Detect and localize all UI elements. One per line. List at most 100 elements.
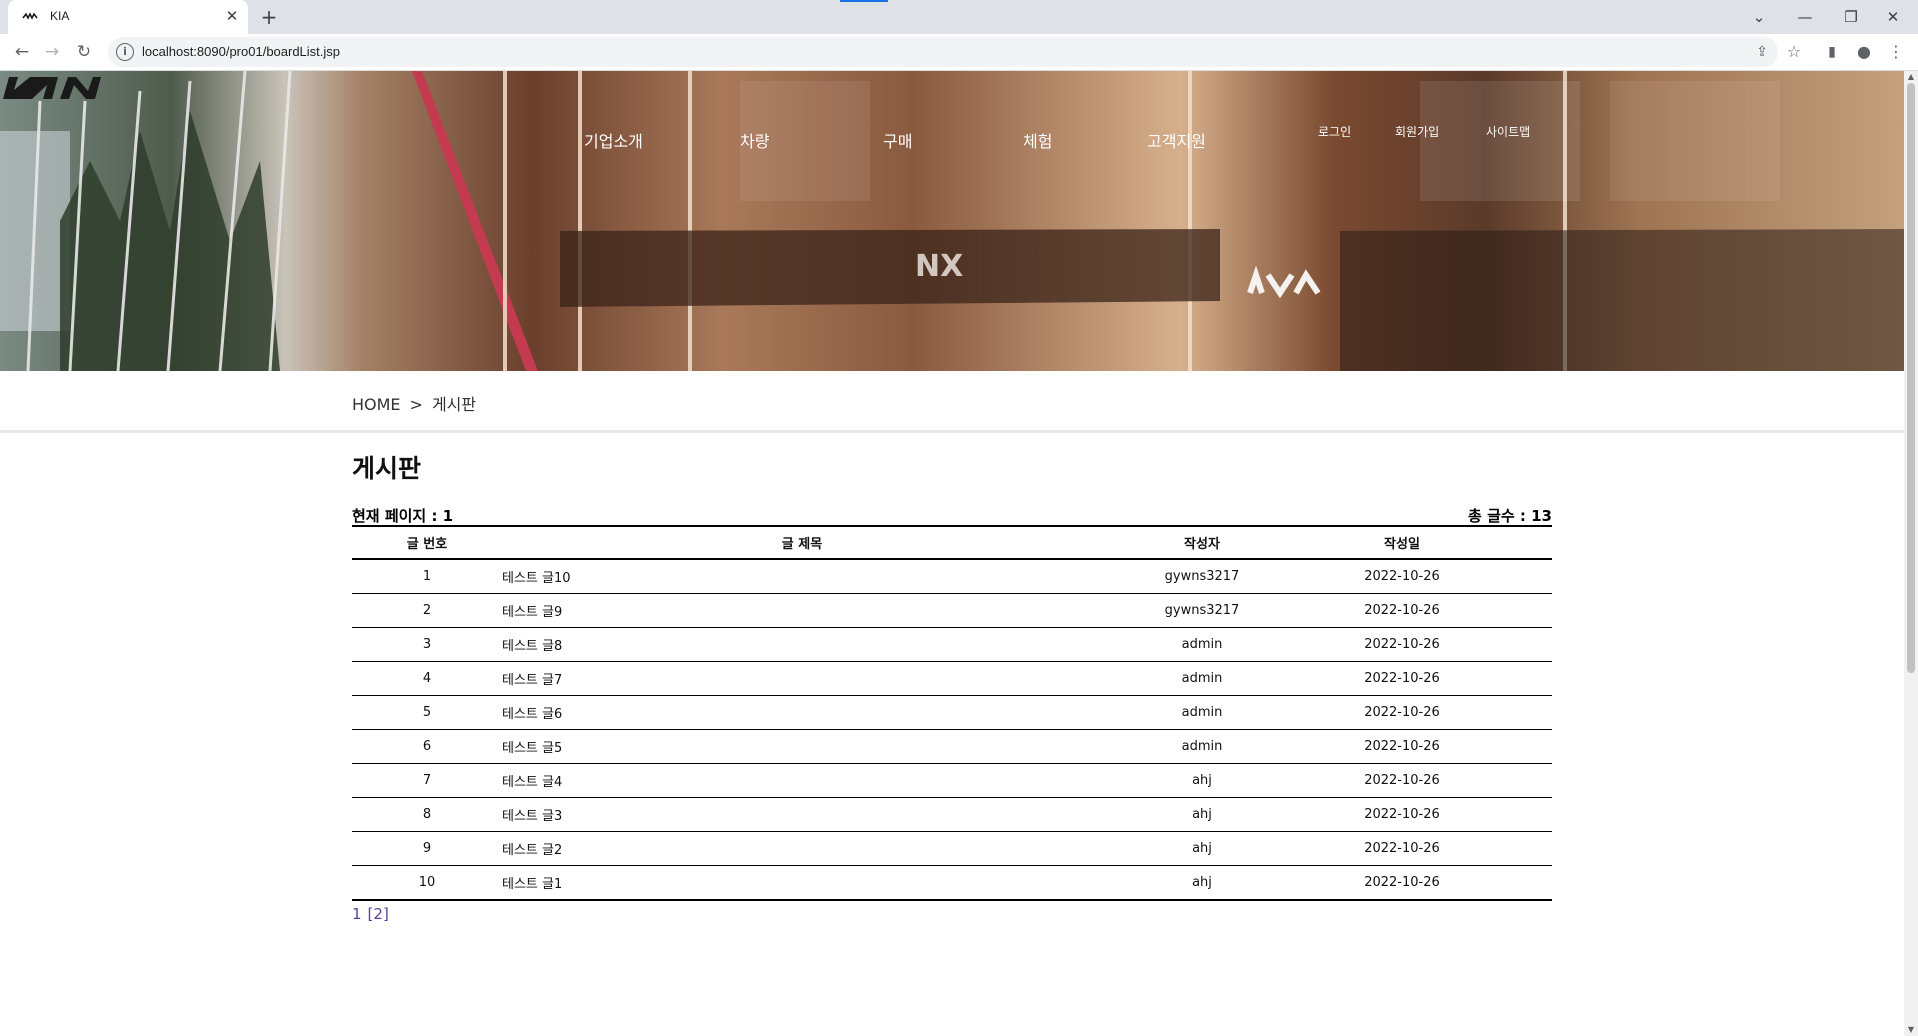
tab-close-icon[interactable]: ✕ [222,6,242,26]
table-row[interactable]: 3 테스트 글8 admin 2022-10-26 [352,627,1552,662]
profile-avatar-icon[interactable]: ● [1852,41,1876,63]
nav-experience[interactable]: 체험 [1023,128,1052,152]
post-author: ahj [1102,797,1302,832]
page-viewport: NX 기업소개 차량 구매 체험 고객지원 로그인 회원가입 사이트맵 HOME… [0,71,1904,1036]
post-title[interactable]: 테스트 글8 [502,627,1102,662]
browser-tab[interactable]: KIA ✕ [8,0,248,34]
signup-link[interactable]: 회원가입 [1395,123,1439,140]
post-number: 4 [352,661,502,696]
post-date: 2022-10-26 [1302,865,1502,901]
breadcrumb-home[interactable]: HOME [352,395,401,414]
post-date: 2022-10-26 [1302,695,1502,730]
scrollbar-thumb[interactable] [1907,83,1915,673]
post-date: 2022-10-26 [1302,559,1502,594]
table-row[interactable]: 4 테스트 글7 admin 2022-10-26 [352,661,1552,696]
table-row[interactable]: 1 테스트 글10 gywns3217 2022-10-26 [352,559,1552,594]
bookmark-star-icon[interactable]: ☆ [1782,41,1806,63]
login-link[interactable]: 로그인 [1318,123,1351,140]
post-title[interactable]: 테스트 글9 [502,593,1102,628]
post-title[interactable]: 테스트 글3 [502,797,1102,832]
board-section: 게시판 현재 페이지 : 1 총 글수 : 13 글 번호 글 제목 작성자 작… [352,451,1552,923]
board-table: 글 번호 글 제목 작성자 작성일 1 테스트 글10 gywns3217 2022-… [352,527,1552,901]
pagination: 1 [2] [352,905,1552,923]
side-panel-icon[interactable]: ▮ [1820,41,1844,63]
post-number: 8 [352,797,502,832]
kia-logo[interactable] [0,71,116,101]
scroll-down-arrow-icon[interactable]: ▼ [1907,1026,1915,1034]
post-author: gywns3217 [1102,593,1302,628]
wall-logo-left: NX [915,249,963,284]
table-row[interactable]: 10 테스트 글1 ahj 2022-10-26 [352,865,1552,901]
restore-icon[interactable]: ❐ [1840,6,1862,28]
nav-company[interactable]: 기업소개 [584,128,643,152]
nav-purchase[interactable]: 구매 [883,128,912,152]
post-number: 2 [352,593,502,628]
table-row[interactable]: 9 테스트 글2 ahj 2022-10-26 [352,831,1552,866]
post-author: admin [1102,661,1302,696]
kia-favicon-icon [22,12,38,20]
table-row[interactable]: 5 테스트 글6 admin 2022-10-26 [352,695,1552,730]
breadcrumb-current: 게시판 [431,395,477,414]
browser-toolbar: ← → ↻ i localhost:8090/pro01/boardList.j… [0,34,1918,71]
post-title[interactable]: 테스트 글1 [502,865,1102,901]
breadcrumb-separator: > [409,395,423,414]
post-date: 2022-10-26 [1302,797,1502,832]
post-date: 2022-10-26 [1302,661,1502,696]
post-title[interactable]: 테스트 글2 [502,831,1102,866]
nav-vehicles[interactable]: 차량 [740,128,769,152]
back-icon[interactable]: ← [10,41,34,63]
post-author: gywns3217 [1102,559,1302,594]
forward-icon[interactable]: → [40,41,64,63]
table-row[interactable]: 7 테스트 글4 ahj 2022-10-26 [352,763,1552,798]
post-author: ahj [1102,763,1302,798]
tab-loading-indicator [840,0,888,2]
tab-search-icon[interactable]: ⌄ [1748,6,1770,28]
browser-tabstrip: KIA ✕ + ⌄ — ❐ ✕ [0,0,1918,34]
post-number: 6 [352,729,502,764]
reload-icon[interactable]: ↻ [72,41,96,63]
post-title[interactable]: 테스트 글10 [502,559,1102,594]
share-icon[interactable]: ⇪ [1752,42,1772,62]
column-header-title: 글 제목 [502,527,1102,560]
post-title[interactable]: 테스트 글7 [502,661,1102,696]
page-scrollbar[interactable]: ▲ ▼ [1904,71,1918,1036]
post-title[interactable]: 테스트 글6 [502,695,1102,730]
post-author: admin [1102,729,1302,764]
total-count-label: 총 글수 : 13 [1468,507,1552,525]
close-window-icon[interactable]: ✕ [1882,6,1904,28]
current-page-label: 현재 페이지 : 1 [352,507,454,525]
breadcrumb-bar: HOME > 게시판 [0,371,1904,433]
page-link-2[interactable]: [2] [368,905,389,923]
breadcrumb: HOME > 게시판 [352,391,476,415]
column-header-author: 작성자 [1102,527,1302,560]
post-author: admin [1102,695,1302,730]
sitemap-link[interactable]: 사이트맵 [1486,123,1530,140]
column-header-date: 작성일 [1302,527,1502,560]
table-row[interactable]: 8 테스트 글3 ahj 2022-10-26 [352,797,1552,832]
table-row[interactable]: 2 테스트 글9 gywns3217 2022-10-26 [352,593,1552,628]
post-author: ahj [1102,831,1302,866]
address-bar[interactable]: i localhost:8090/pro01/boardList.jsp ⇪ [108,37,1778,67]
post-date: 2022-10-26 [1302,627,1502,662]
new-tab-button[interactable]: + [258,6,280,28]
board-meta: 현재 페이지 : 1 총 글수 : 13 [352,503,1552,527]
post-number: 3 [352,627,502,662]
wall-logo-right [1247,265,1321,299]
post-number: 7 [352,763,502,798]
table-row[interactable]: 6 테스트 글5 admin 2022-10-26 [352,729,1552,764]
column-header-number: 글 번호 [352,527,502,560]
minimize-icon[interactable]: — [1794,6,1816,28]
hero-banner: NX 기업소개 차량 구매 체험 고객지원 로그인 회원가입 사이트맵 [0,71,1904,371]
menu-kebab-icon[interactable]: ⋮ [1884,41,1908,63]
post-number: 10 [352,865,502,901]
scroll-up-arrow-icon[interactable]: ▲ [1907,73,1915,81]
post-title[interactable]: 테스트 글5 [502,729,1102,764]
post-number: 5 [352,695,502,730]
current-page-number: 1 [352,905,362,923]
table-header-row: 글 번호 글 제목 작성자 작성일 [352,527,1552,560]
site-info-icon[interactable]: i [116,43,134,61]
post-title[interactable]: 테스트 글4 [502,763,1102,798]
post-author: admin [1102,627,1302,662]
nav-support[interactable]: 고객지원 [1147,128,1206,152]
address-url[interactable]: localhost:8090/pro01/boardList.jsp [142,44,340,59]
